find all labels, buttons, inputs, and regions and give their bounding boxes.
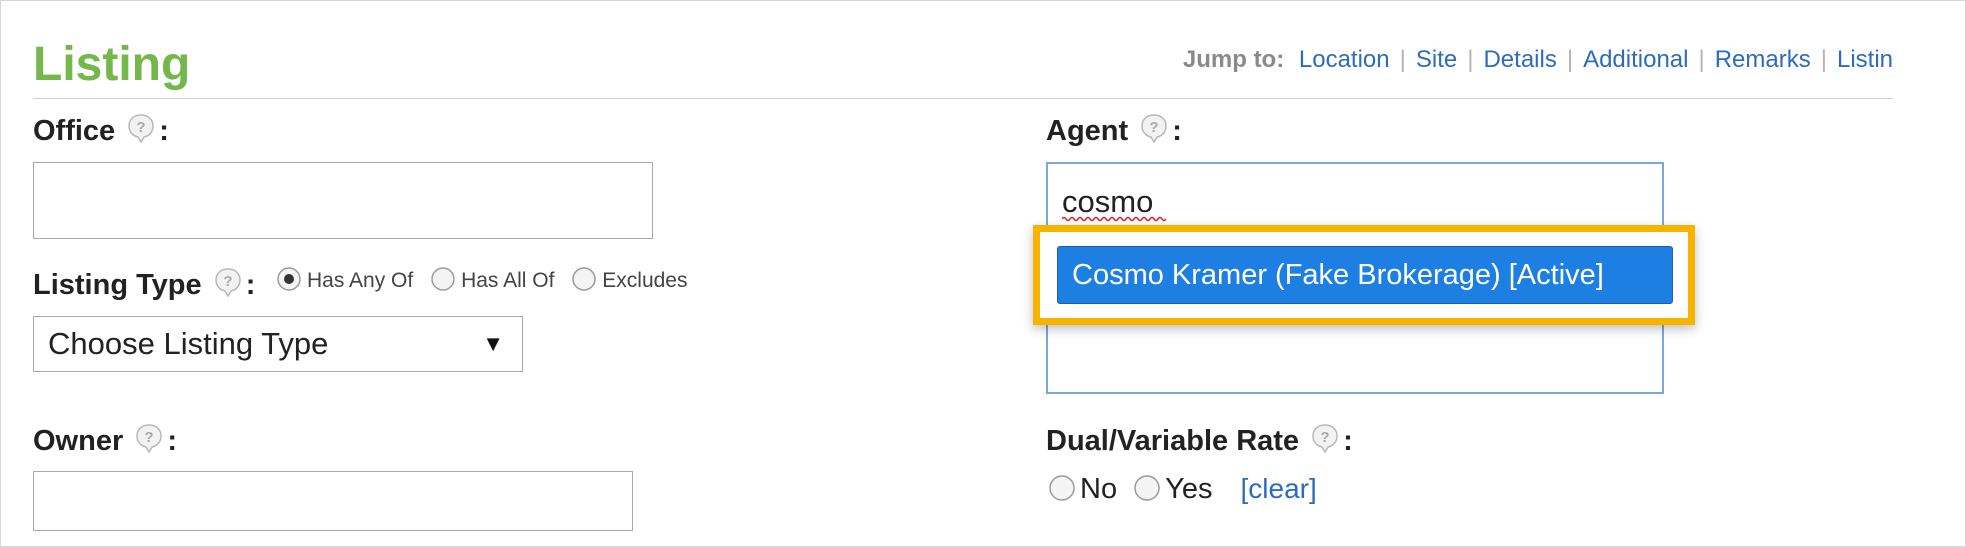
radio-has-any-of[interactable] — [277, 267, 301, 291]
radio-has-all-of[interactable] — [431, 267, 455, 291]
dual-rate-label-row: Dual/Variable Rate ? : — [1046, 423, 1353, 459]
jump-to-nav: Jump to: Location | Site | Details | Additiona… — [1183, 45, 1893, 75]
agent-suggestion-item[interactable]: Cosmo Kramer (Fake Brokerage) [Active] — [1057, 246, 1673, 304]
office-label-row: Office ? : — [33, 113, 169, 149]
radio-label-has-all-of: Has All Of — [461, 269, 555, 292]
jump-separator: | — [1566, 46, 1574, 73]
radio-dual-rate-no[interactable] — [1048, 474, 1076, 502]
chevron-down-icon: ▼ — [482, 331, 504, 356]
radio-excludes[interactable] — [572, 267, 597, 291]
office-label: Office — [33, 115, 116, 147]
radio-label-excludes: Excludes — [602, 269, 688, 292]
agent-input-value: cosmo — [1062, 184, 1154, 219]
office-input[interactable] — [33, 162, 653, 239]
listing-type-select[interactable]: Choose Listing Type ▼ — [33, 316, 523, 372]
dual-rate-clear-link[interactable]: [clear] — [1241, 473, 1317, 504]
jump-link-remarks[interactable]: Remarks — [1715, 46, 1811, 73]
jump-separator: | — [1467, 46, 1474, 73]
agent-autocomplete-dropdown: Cosmo Kramer (Fake Brokerage) [Active] — [1033, 225, 1695, 325]
jump-separator: | — [1698, 46, 1705, 73]
jump-link-site[interactable]: Site — [1416, 46, 1457, 73]
listing-form: Listing Jump to: Location | Site | Details | A… — [0, 0, 1966, 547]
listing-type-select-value: Choose Listing Type — [48, 326, 329, 361]
svg-text:?: ? — [223, 273, 232, 290]
jump-link-listing[interactable]: Listin — [1837, 46, 1893, 73]
help-question-icon[interactable]: ? — [214, 267, 242, 297]
jump-link-additional[interactable]: Additional — [1583, 46, 1688, 73]
help-question-icon[interactable]: ? — [1140, 113, 1168, 143]
radio-label-has-any-of: Has Any Of — [307, 269, 414, 292]
title-divider — [33, 98, 1893, 99]
section-title: Listing — [33, 38, 191, 91]
jump-separator: | — [1399, 46, 1406, 73]
jump-separator: | — [1820, 46, 1827, 73]
help-question-icon[interactable]: ? — [1311, 423, 1339, 453]
svg-text:?: ? — [1150, 119, 1159, 136]
jump-link-details[interactable]: Details — [1483, 46, 1556, 73]
help-question-icon[interactable]: ? — [135, 423, 163, 453]
agent-label: Agent — [1046, 115, 1129, 147]
office-colon: : — [159, 115, 169, 147]
owner-label-row: Owner ? : — [33, 423, 177, 459]
radio-label-no: No — [1080, 473, 1118, 505]
jump-to-label: Jump to: — [1182, 46, 1285, 73]
listing-type-label: Listing Type — [33, 269, 202, 301]
spellcheck-underline — [1062, 216, 1166, 222]
owner-input[interactable] — [33, 471, 633, 531]
radio-label-yes: Yes — [1165, 473, 1213, 505]
agent-label-row: Agent ? : — [1046, 113, 1182, 149]
listing-type-label-row: Listing Type ? : — [33, 267, 255, 303]
listing-type-match-radios: Has Any Of Has All Of Excludes — [277, 267, 700, 294]
jump-link-location[interactable]: Location — [1299, 46, 1390, 73]
svg-text:?: ? — [137, 119, 146, 136]
owner-colon: : — [167, 425, 177, 457]
owner-label: Owner — [33, 425, 124, 457]
agent-colon: : — [1172, 115, 1182, 147]
dual-rate-colon: : — [1343, 425, 1353, 457]
dual-rate-label: Dual/Variable Rate — [1046, 425, 1300, 457]
help-question-icon[interactable]: ? — [127, 113, 155, 143]
radio-dual-rate-yes[interactable] — [1133, 474, 1161, 502]
dual-rate-radios: No Yes [clear] — [1048, 471, 1317, 507]
svg-text:?: ? — [145, 429, 154, 446]
svg-text:?: ? — [1321, 429, 1330, 446]
listing-type-colon: : — [245, 269, 256, 301]
